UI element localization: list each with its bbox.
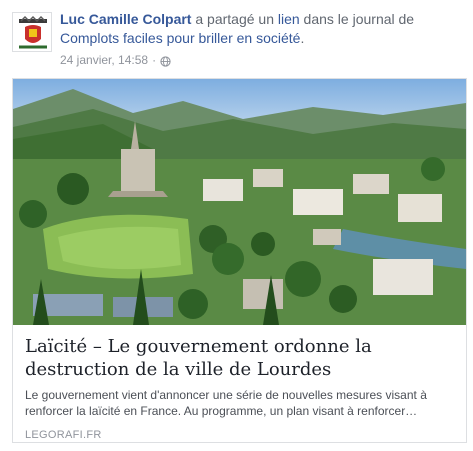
post-headline: Luc Camille Colpart a partagé un lien da… [60, 10, 464, 48]
link-preview-body: Laïcité – Le gouvernement ordonne la des… [13, 325, 466, 442]
author-link[interactable]: Luc Camille Colpart [60, 11, 191, 27]
post-header: Luc Camille Colpart a partagé un lien da… [12, 8, 464, 68]
action-text: a partagé un [191, 11, 278, 27]
meta-separator: · [152, 53, 157, 67]
link-preview-image[interactable] [13, 79, 466, 325]
context-text: dans le journal de [299, 11, 415, 27]
shared-link-word[interactable]: lien [278, 11, 300, 27]
link-preview-description: Le gouvernement vient d'annoncer une sér… [25, 388, 427, 418]
avatar[interactable] [12, 12, 52, 52]
link-preview-domain: LEGORAFI.FR [25, 429, 102, 441]
timestamp-link[interactable]: 24 janvier, 14:58 [60, 52, 148, 68]
avatar-image [13, 13, 51, 51]
globe-icon[interactable] [160, 55, 171, 67]
group-link[interactable]: Complots faciles pour briller en société [60, 30, 300, 46]
link-preview-card[interactable]: Laïcité – Le gouvernement ordonne la des… [12, 78, 467, 443]
headline-trailing: . [300, 30, 305, 46]
post-meta: 24 janvier, 14:58 · [60, 52, 464, 68]
link-preview-title[interactable]: Laïcité – Le gouvernement ordonne la des… [25, 335, 454, 381]
aerial-view-lourdes-image [13, 79, 466, 325]
post-header-text: Luc Camille Colpart a partagé un lien da… [60, 10, 464, 68]
